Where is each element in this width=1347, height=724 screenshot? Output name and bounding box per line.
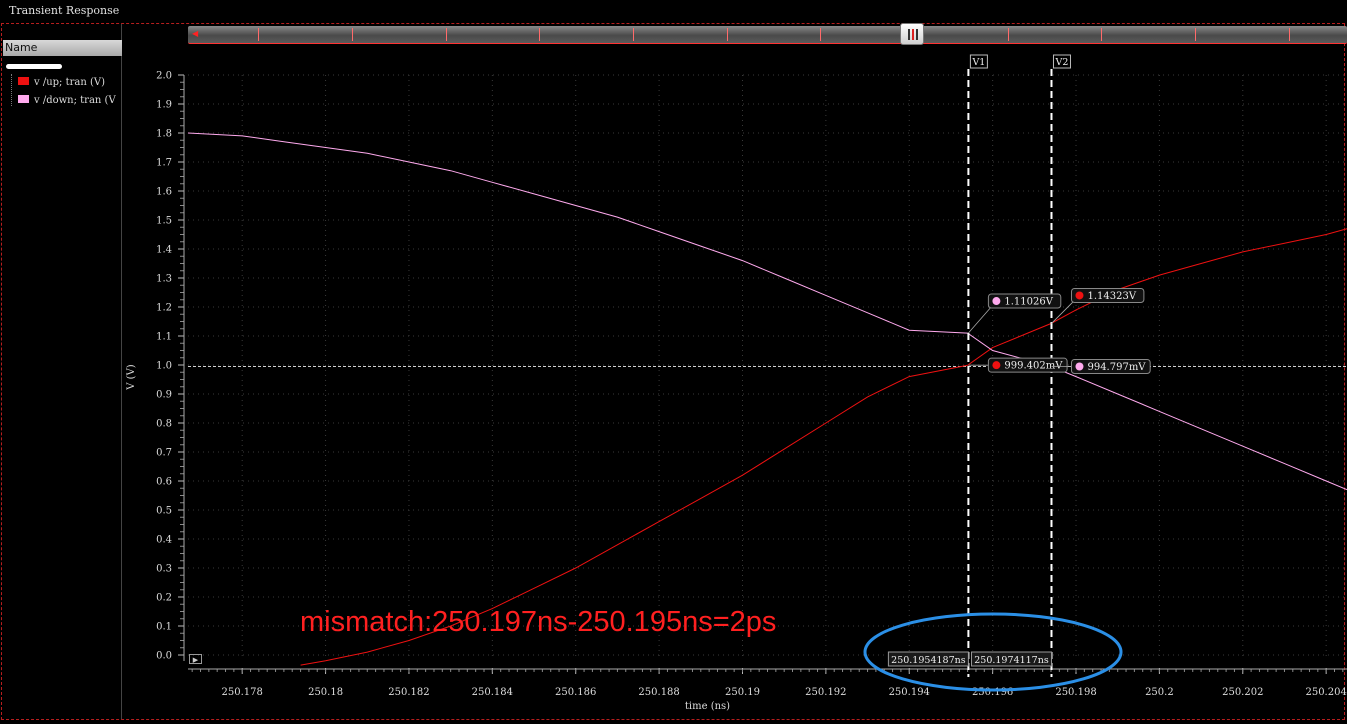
x-tick-label: 250.182 — [388, 687, 429, 698]
x-tick-label: 250.18 — [308, 687, 343, 698]
cursor-time-label: 250.1974117ns — [974, 655, 1049, 666]
x-tick-label: 250.178 — [222, 687, 263, 698]
series-line-down — [187, 132, 1347, 491]
x-tick-label: 250.184 — [472, 687, 513, 698]
y-tick-label: 1.7 — [156, 158, 172, 169]
marker-value: 1.14323V — [1087, 291, 1136, 302]
x-tick-label: 250.188 — [638, 687, 679, 698]
x-tick-label: 250.2 — [1145, 687, 1174, 698]
y-tick-label: 1.6 — [156, 187, 172, 198]
marker-dot — [1075, 291, 1084, 300]
x-tick-label: 250.19 — [725, 687, 760, 698]
y-tick-label: 0.4 — [156, 535, 172, 546]
marker-value: 994.797mV — [1087, 362, 1146, 373]
y-tick-label: 0.7 — [156, 448, 172, 459]
marker-dot — [1075, 362, 1084, 371]
y-tick-label: 0.8 — [156, 419, 172, 430]
y-tick-label: 1.9 — [156, 100, 172, 111]
y-tick-label: 0.0 — [156, 651, 172, 662]
expand-icon[interactable]: ▶ — [189, 654, 202, 664]
y-tick-label: 1.4 — [156, 245, 172, 256]
y-tick-label: 0.6 — [156, 477, 172, 488]
y-tick-label: 1.8 — [156, 129, 172, 140]
y-tick-label: 0.5 — [156, 506, 172, 517]
y-tick-label: 1.2 — [156, 303, 172, 314]
marker-dot — [992, 297, 1001, 306]
y-tick-label: 1.3 — [156, 274, 172, 285]
y-tick-label: 1.0 — [156, 361, 172, 372]
x-tick-label: 250.192 — [805, 687, 846, 698]
x-tick-label: 250.186 — [555, 687, 596, 698]
transient-chart: 0.0 0.1 0.2 0.3 0.4 0.5 0.6 0.7 0.8 0.9 1.0 1.1 1.2 1… — [126, 54, 1347, 712]
x-tick-label: 250.198 — [1055, 687, 1096, 698]
cursor-tag: V2 — [1055, 57, 1069, 68]
y-tick-label: 1.1 — [156, 332, 172, 343]
marker-value: 1.11026V — [1004, 297, 1053, 308]
x-tick-label: 250.194 — [889, 687, 930, 698]
y-tick-label: 0.9 — [156, 390, 172, 401]
y-tick-label: 0.1 — [156, 622, 172, 633]
y-tick-label: 1.5 — [156, 216, 172, 227]
y-tick-label: 0.2 — [156, 593, 172, 604]
x-tick-label: 250.202 — [1222, 687, 1263, 698]
cursor-time-label: 250.1954187ns — [891, 655, 966, 666]
cursor-tag: V1 — [971, 57, 985, 68]
marker-dot — [992, 361, 1001, 370]
y-axis-label: V (V) — [126, 364, 137, 391]
y-tick-label: 2.0 — [156, 71, 172, 82]
annotation-text: mismatch:250.197ns-250.195ns=2ps — [300, 606, 776, 638]
y-tick-label: 0.3 — [156, 564, 172, 575]
x-axis-label: time (ns) — [685, 701, 730, 712]
x-tick-label: 250.204 — [1305, 687, 1346, 698]
